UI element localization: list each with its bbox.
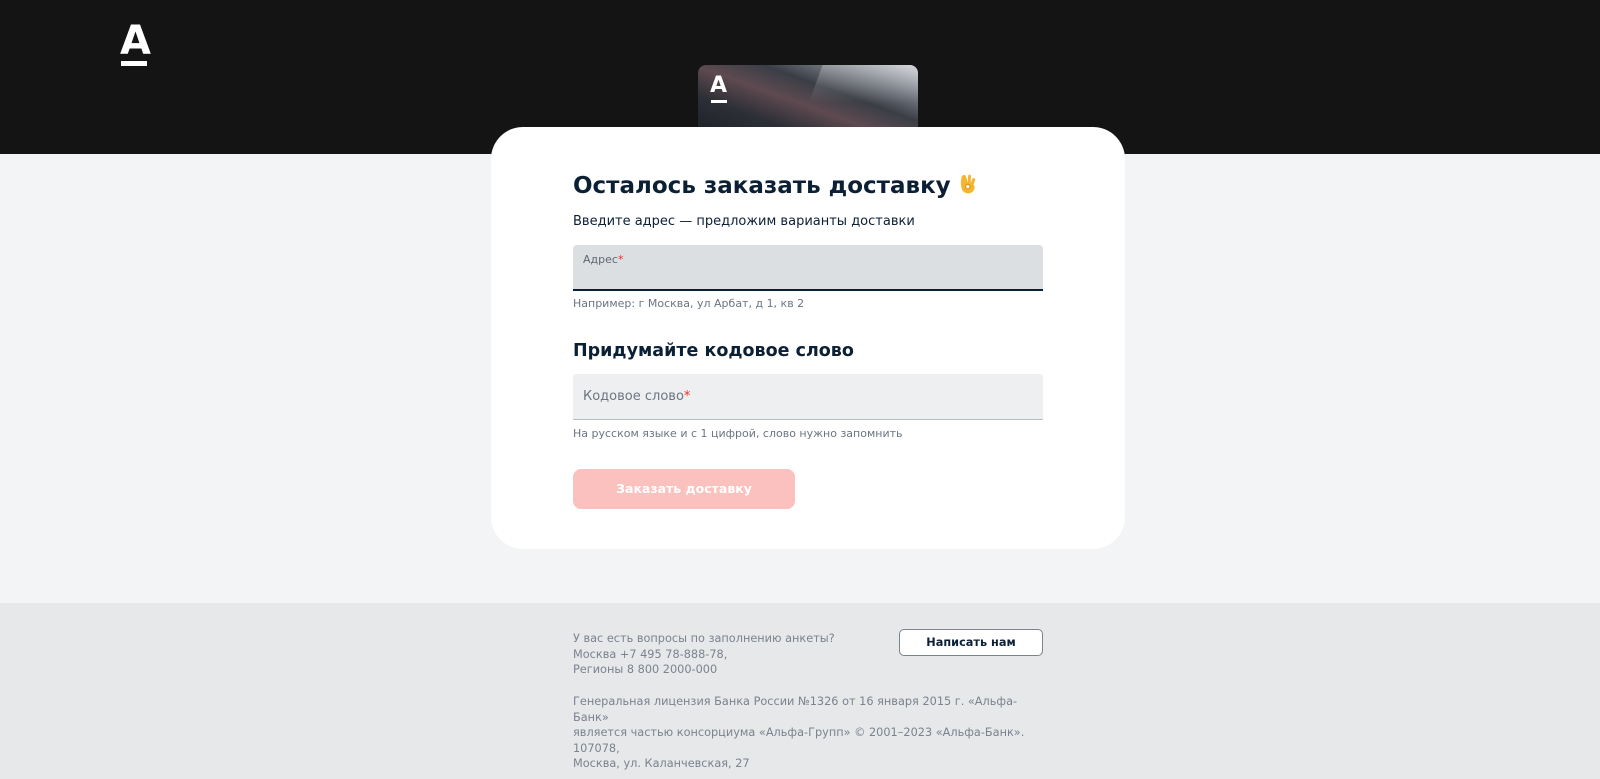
footer-license: Генеральная лицензия Банка России №1326 … [573, 694, 1043, 772]
alfa-logo[interactable]: А [120, 18, 151, 66]
page-title: Осталось заказать доставку [573, 169, 1043, 202]
license-line-3: Москва, ул. Каланчевская, 27 [573, 757, 750, 770]
bank-card-image: А [698, 65, 918, 133]
codeword-placeholder: Кодовое слово* [583, 389, 690, 404]
address-input[interactable]: Адрес* [573, 245, 1043, 291]
order-delivery-button[interactable]: Заказать доставку [573, 469, 795, 509]
card-logo-letter: А [710, 73, 728, 98]
address-label: Адрес* [583, 253, 623, 266]
codeword-heading: Придумайте кодовое слово [573, 341, 854, 361]
delivery-form-panel: Осталось заказать доставку Введите адрес… [491, 127, 1125, 549]
codeword-input[interactable]: Кодовое слово* [573, 374, 1043, 420]
logo-underline [121, 61, 147, 66]
page-footer: У вас есть вопросы по заполнению анкеты?… [0, 603, 1600, 779]
footer-contacts: У вас есть вопросы по заполнению анкеты?… [573, 631, 835, 678]
license-line-2: является частью консорциума «Альфа-Групп… [573, 726, 1025, 755]
ok-hand-emoji-icon [957, 172, 981, 196]
codeword-required-mark: * [683, 389, 691, 404]
address-hint: Например: г Москва, ул Арбат, д 1, кв 2 [573, 297, 805, 310]
address-required-mark: * [617, 253, 624, 266]
address-label-text: Адрес [583, 253, 618, 266]
form-subtitle: Введите адрес — предложим варианты доста… [573, 214, 915, 229]
license-line-1: Генеральная лицензия Банка России №1326 … [573, 695, 1018, 724]
codeword-placeholder-text: Кодовое слово [583, 389, 684, 404]
card-logo-underline [711, 100, 727, 103]
write-us-button[interactable]: Написать нам [899, 629, 1043, 656]
footer-phone-moscow: Москва +7 495 78-888-78, [573, 647, 728, 661]
codeword-hint: На русском языке и с 1 цифрой, слово нуж… [573, 427, 903, 440]
footer-phone-regions: Регионы 8 800 2000-000 [573, 663, 718, 676]
page-title-text: Осталось заказать доставку [573, 173, 951, 199]
footer-question: У вас есть вопросы по заполнению анкеты? [573, 632, 835, 645]
logo-letter: А [120, 18, 151, 64]
